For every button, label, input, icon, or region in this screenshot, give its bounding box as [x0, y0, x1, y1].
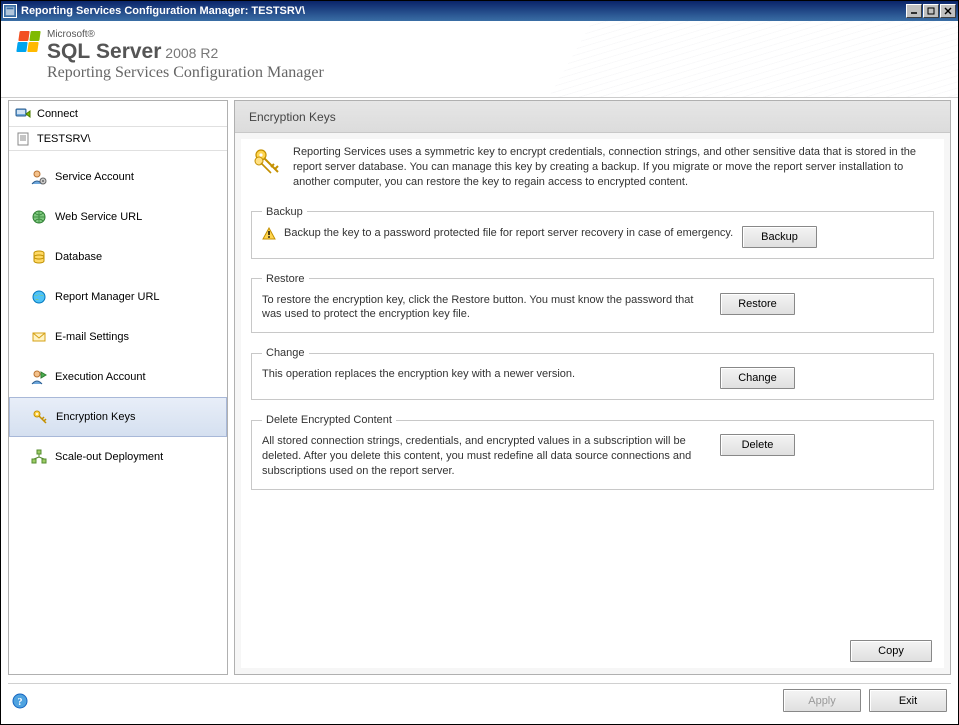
- nav-label: Scale-out Deployment: [55, 451, 163, 463]
- header-banner: Microsoft® SQL Server 2008 R2 Reporting …: [1, 21, 958, 98]
- exit-button[interactable]: Exit: [869, 689, 947, 712]
- connect-button[interactable]: Connect: [9, 101, 227, 127]
- backup-button[interactable]: Backup: [742, 226, 817, 248]
- group-backup-legend: Backup: [262, 206, 307, 218]
- nav-database[interactable]: Database: [9, 237, 227, 277]
- group-restore-legend: Restore: [262, 273, 309, 285]
- group-backup: Backup Backup the key to a password prot…: [251, 206, 934, 259]
- nav-label: Service Account: [55, 171, 134, 183]
- backup-text: Backup the key to a password protected f…: [284, 226, 734, 241]
- nav-execution-account[interactable]: Execution Account: [9, 357, 227, 397]
- panel-title: Encryption Keys: [235, 101, 950, 133]
- sidebar: Connect TESTSRV\ Service Account Web Ser…: [8, 100, 228, 675]
- change-text: This operation replaces the encryption k…: [262, 367, 712, 382]
- change-button[interactable]: Change: [720, 367, 795, 389]
- maximize-button[interactable]: [923, 4, 939, 18]
- nav-web-service-url[interactable]: Web Service URL: [9, 197, 227, 237]
- intro-text: Reporting Services uses a symmetric key …: [293, 145, 934, 190]
- app-icon: [3, 4, 17, 18]
- user-run-icon: [31, 369, 47, 385]
- apply-button[interactable]: Apply: [783, 689, 861, 712]
- group-change-legend: Change: [262, 347, 309, 359]
- nav-email-settings[interactable]: E-mail Settings: [9, 317, 227, 357]
- mail-icon: [31, 329, 47, 345]
- svg-text:?: ?: [18, 697, 23, 708]
- keys-large-icon: [251, 145, 283, 177]
- connect-icon: [15, 106, 31, 122]
- brand-microsoft: Microsoft®: [47, 29, 324, 40]
- restore-text: To restore the encryption key, click the…: [262, 293, 712, 323]
- copy-button[interactable]: Copy: [850, 640, 932, 662]
- nav-list: Service Account Web Service URL Database…: [9, 151, 227, 674]
- brand-product: SQL Server 2008 R2: [47, 40, 324, 64]
- restore-button[interactable]: Restore: [720, 293, 795, 315]
- server-label: TESTSRV\: [37, 133, 91, 145]
- group-delete: Delete Encrypted Content All stored conn…: [251, 414, 934, 490]
- microsoft-logo-icon: [17, 31, 39, 53]
- delete-text: All stored connection strings, credentia…: [262, 434, 712, 479]
- nav-label: Report Manager URL: [55, 291, 160, 303]
- help-icon[interactable]: ?: [12, 693, 28, 709]
- key-icon: [32, 409, 48, 425]
- group-delete-legend: Delete Encrypted Content: [262, 414, 396, 426]
- server-icon: [15, 131, 31, 147]
- server-node[interactable]: TESTSRV\: [9, 127, 227, 151]
- nav-encryption-keys[interactable]: Encryption Keys: [9, 397, 227, 437]
- brand-subtitle: Reporting Services Configuration Manager: [47, 64, 324, 82]
- user-gear-icon: [31, 169, 47, 185]
- window-title: Reporting Services Configuration Manager…: [21, 5, 906, 17]
- globe-icon: [31, 289, 47, 305]
- nav-service-account[interactable]: Service Account: [9, 157, 227, 197]
- group-restore: Restore To restore the encryption key, c…: [251, 273, 934, 334]
- minimize-button[interactable]: [906, 4, 922, 18]
- nav-report-manager-url[interactable]: Report Manager URL: [9, 277, 227, 317]
- window-titlebar: Reporting Services Configuration Manager…: [1, 1, 958, 21]
- close-button[interactable]: [940, 4, 956, 18]
- footer: ? Apply Exit: [8, 683, 951, 717]
- warning-icon: [262, 227, 276, 241]
- nav-scale-out-deployment[interactable]: Scale-out Deployment: [9, 437, 227, 477]
- delete-button[interactable]: Delete: [720, 434, 795, 456]
- nav-label: Web Service URL: [55, 211, 142, 223]
- nav-label: E-mail Settings: [55, 331, 129, 343]
- group-change: Change This operation replaces the encry…: [251, 347, 934, 400]
- nav-label: Execution Account: [55, 371, 146, 383]
- main-panel: Encryption Keys Reporting Services uses …: [234, 100, 951, 675]
- nav-label: Database: [55, 251, 102, 263]
- nav-label: Encryption Keys: [56, 411, 135, 423]
- scale-out-icon: [31, 449, 47, 465]
- database-icon: [31, 249, 47, 265]
- globe-link-icon: [31, 209, 47, 225]
- connect-label: Connect: [37, 108, 78, 120]
